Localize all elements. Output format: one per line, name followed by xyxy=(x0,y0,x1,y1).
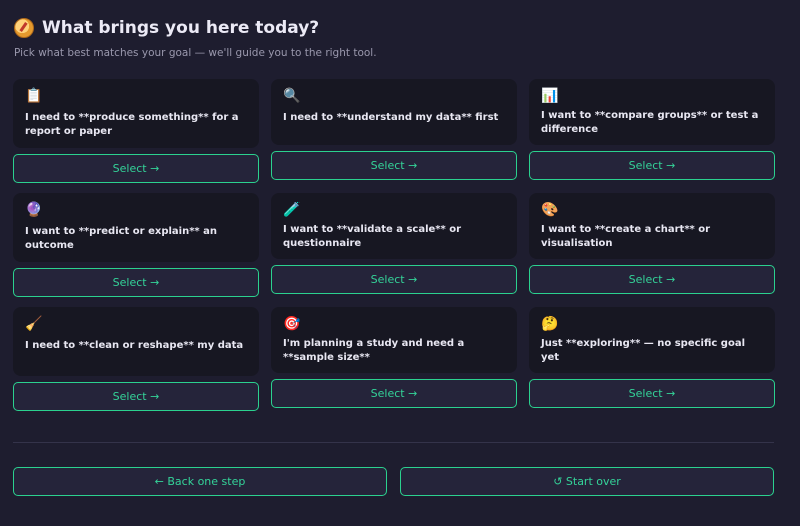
option-text: I need to **clean or reshape** my data xyxy=(25,340,244,351)
select-button[interactable]: Select → xyxy=(271,379,517,408)
page-title: What brings you here today? xyxy=(42,18,320,38)
option-card: 🔍 I need to **understand my data** first xyxy=(271,79,517,145)
option-card: 🔮 I want to **predict or explain** an ou… xyxy=(13,193,259,262)
broom-icon: 🧹 xyxy=(25,316,43,332)
option-text: I want to **validate a scale** or questi… xyxy=(283,224,462,249)
divider xyxy=(13,442,774,443)
select-button[interactable]: Select → xyxy=(529,151,775,180)
page-header: What brings you here today? xyxy=(14,18,319,38)
select-button[interactable]: Select → xyxy=(271,265,517,294)
option-text: I want to **predict or explain** an outc… xyxy=(25,226,218,251)
option-clean: 🧹 I need to **clean or reshape** my data… xyxy=(13,307,259,411)
option-exploring: 🤔 Just **exploring** — no specific goal … xyxy=(529,307,775,411)
option-card: 📊 I want to **compare groups** or test a… xyxy=(529,79,775,145)
option-predict: 🔮 I want to **predict or explain** an ou… xyxy=(13,193,259,297)
crystal-ball-icon: 🔮 xyxy=(25,202,43,218)
start-over-button[interactable]: ↺ Start over xyxy=(400,467,774,496)
option-chart: 🎨 I want to **create a chart** or visual… xyxy=(529,193,775,297)
back-button[interactable]: ← Back one step xyxy=(13,467,387,496)
select-button[interactable]: Select → xyxy=(13,268,259,297)
option-card: 🧪 I want to **validate a scale** or ques… xyxy=(271,193,517,259)
option-understand: 🔍 I need to **understand my data** first… xyxy=(271,79,517,183)
test-tube-icon: 🧪 xyxy=(283,202,301,218)
option-compare: 📊 I want to **compare groups** or test a… xyxy=(529,79,775,183)
options-grid: 📋 I need to **produce something** for a … xyxy=(13,79,775,411)
option-card: 🎯 I'm planning a study and need a **samp… xyxy=(271,307,517,373)
option-sample-size: 🎯 I'm planning a study and need a **samp… xyxy=(271,307,517,411)
select-button[interactable]: Select → xyxy=(529,265,775,294)
target-icon: 🎯 xyxy=(283,316,301,332)
option-text: I'm planning a study and need a **sample… xyxy=(283,338,465,363)
select-button[interactable]: Select → xyxy=(13,154,259,183)
bar-chart-icon: 📊 xyxy=(541,88,559,104)
page-subtitle: Pick what best matches your goal — we'll… xyxy=(14,47,377,59)
option-text: I need to **understand my data** first xyxy=(283,112,499,123)
select-button[interactable]: Select → xyxy=(271,151,517,180)
option-text: I want to **compare groups** or test a d… xyxy=(541,110,759,135)
clipboard-icon: 📋 xyxy=(25,88,43,104)
option-card: 🧹 I need to **clean or reshape** my data xyxy=(13,307,259,376)
thinking-face-icon: 🤔 xyxy=(541,316,559,332)
option-validate: 🧪 I want to **validate a scale** or ques… xyxy=(271,193,517,297)
option-text: I need to **produce something** for a re… xyxy=(25,112,239,137)
select-button[interactable]: Select → xyxy=(13,382,259,411)
option-text: Just **exploring** — no specific goal ye… xyxy=(541,338,746,363)
option-produce: 📋 I need to **produce something** for a … xyxy=(13,79,259,183)
option-card: 🎨 I want to **create a chart** or visual… xyxy=(529,193,775,259)
magnifier-icon: 🔍 xyxy=(283,88,301,104)
palette-icon: 🎨 xyxy=(541,202,559,218)
option-card: 🤔 Just **exploring** — no specific goal … xyxy=(529,307,775,373)
option-text: I want to **create a chart** or visualis… xyxy=(541,224,711,249)
compass-icon xyxy=(14,18,34,38)
select-button[interactable]: Select → xyxy=(529,379,775,408)
page: What brings you here today? Pick what be… xyxy=(0,0,800,526)
option-card: 📋 I need to **produce something** for a … xyxy=(13,79,259,148)
